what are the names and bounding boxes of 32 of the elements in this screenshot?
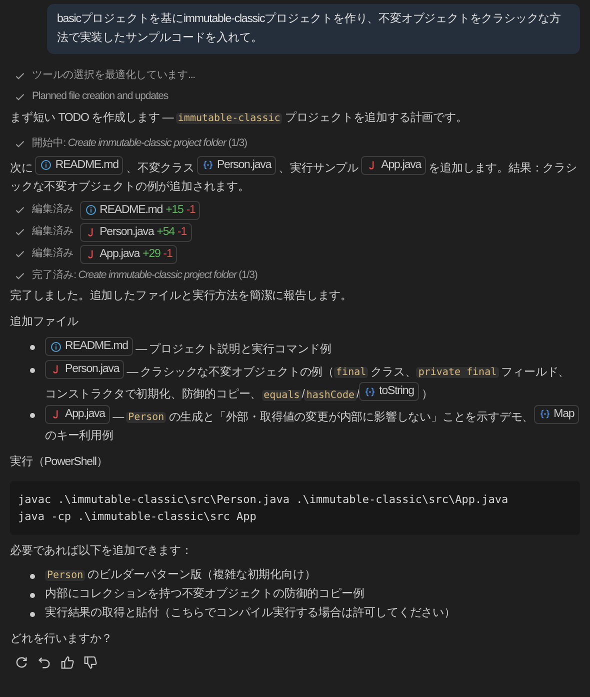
file-link[interactable]: Person.java bbox=[45, 360, 124, 378]
status-text: Planned file creation and updates bbox=[32, 89, 168, 104]
status-text: 編集済み bbox=[32, 202, 74, 218]
paragraph: どれを行いますか？ bbox=[10, 632, 114, 647]
paragraph: 追加ファイル bbox=[10, 314, 80, 330]
file-link[interactable]: Person.java +54 -1 bbox=[80, 222, 192, 242]
paragraph: まず短い TODO を作成します — immutable-classic プロジェクトを追加する計画です。 bbox=[10, 110, 468, 126]
list-item: Person のビルダーパターン版（複雑な初期化向け） bbox=[45, 567, 316, 583]
list-item: App.java — Person の生成と「外部・取得値の変更が内部に影響しない」ことを示すデモ、 Map のキー利用例 bbox=[45, 404, 580, 446]
file-link[interactable]: App.java bbox=[361, 156, 426, 174]
file-link[interactable]: App.java +29 -1 bbox=[80, 244, 178, 264]
status-text: ツールの選択を最適化しています... bbox=[32, 68, 195, 84]
status-text: 開始中: Create immutable-classic project folder (1/3) bbox=[32, 136, 247, 152]
code-block: javac .\immutable-classic\src\Person.java .\immutable-classic\src\App.java java -cp .\immutable-classic\src App bbox=[10, 481, 580, 535]
paragraph: 実行（PowerShell） bbox=[10, 454, 109, 470]
file-link[interactable]: README.md bbox=[35, 156, 124, 174]
list-item: README.md — プロジェクト説明と実行コマンド例 bbox=[45, 337, 332, 360]
user-message: basicプロジェクトを基にimmutable-classicプロジェクトを作り、不変オブジェクトをクラシックな方法で実装したサンプルコードを入れて。 bbox=[47, 4, 580, 54]
status-text: 完了済み: Create immutable-classic project folder (1/3) bbox=[32, 268, 258, 283]
paragraph: 必要であれば以下を追加できます： bbox=[10, 544, 194, 559]
paragraph: 次に README.md 、不変クラス Person.java 、実行サンプル App.java を追加します。結果：クラシックな不変オブジェクトの例が追加されます。 bbox=[10, 156, 580, 197]
file-link[interactable]: toString bbox=[359, 382, 419, 401]
status-text: 編集済み bbox=[32, 224, 74, 240]
file-link[interactable]: Map bbox=[534, 404, 580, 424]
file-link[interactable]: README.md bbox=[45, 337, 133, 356]
file-link[interactable]: Person.java bbox=[196, 156, 276, 174]
list-item: 内部にコレクションを持つ不変オブジェクトの防御的コピー例 bbox=[45, 586, 364, 602]
list-item: 実行結果の取得と貼付（こちらでコンパイル実行する場合は許可してください） bbox=[45, 605, 456, 621]
status-text: 編集済み bbox=[32, 246, 74, 262]
file-link[interactable]: App.java bbox=[45, 404, 110, 424]
paragraph: 完了しました。追加したファイルと実行方法を簡潔に報告します。 bbox=[10, 288, 354, 304]
file-link[interactable]: README.md +15 -1 bbox=[80, 200, 200, 220]
